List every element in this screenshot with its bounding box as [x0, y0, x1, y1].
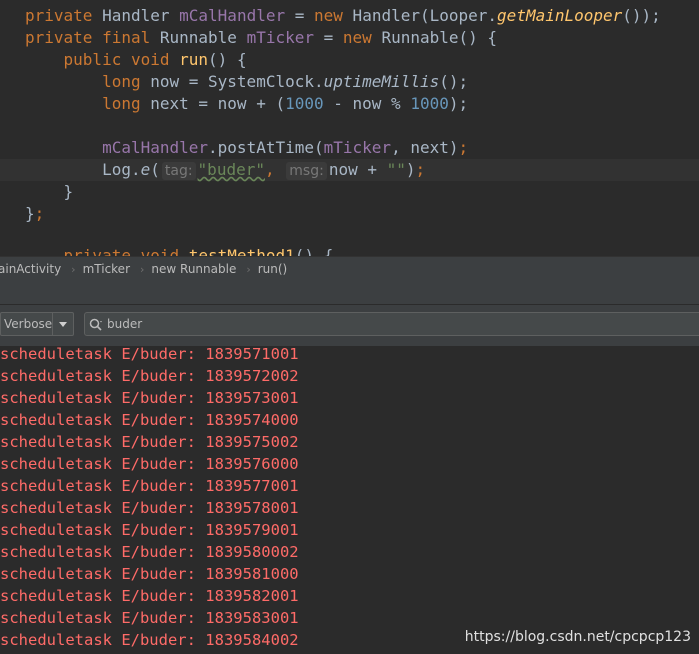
log-line[interactable]: scheduletask E/buder: 1839572002 [0, 365, 299, 387]
search-icon[interactable] [89, 318, 103, 332]
log-line[interactable]: scheduletask E/buder: 1839579001 [0, 519, 299, 541]
breadcrumb-separator: › [246, 262, 251, 276]
code-line-4: long now = SystemClock.uptimeMillis(); [102, 72, 469, 91]
log-line[interactable]: scheduletask E/buder: 1839584002 [0, 629, 299, 651]
code-line-7: Log.e(tag: "buder", msg: now + ""); [102, 160, 426, 180]
code-line-3: public void run() { [63, 50, 247, 69]
log-line[interactable]: scheduletask E/buder: 1839580002 [0, 541, 299, 563]
dropdown-arrow-icon[interactable] [52, 313, 73, 335]
log-line[interactable]: scheduletask E/buder: 1839574000 [0, 409, 299, 431]
logcat-search-box[interactable] [84, 312, 699, 336]
logcat-output[interactable]: scheduletask E/buder: 1839571001 schedule… [0, 346, 699, 654]
log-line[interactable]: scheduletask E/buder: 1839571001 [0, 346, 299, 365]
log-line[interactable]: scheduletask E/buder: 1839578001 [0, 497, 299, 519]
breadcrumb-separator: › [140, 262, 145, 276]
code-line-9: }; [25, 204, 45, 223]
breadcrumb-separator: › [71, 262, 76, 276]
code-line-2: private final Runnable mTicker = new Run… [25, 28, 498, 47]
watermark: https://blog.csdn.net/cpcpcp123 [464, 629, 691, 645]
breadcrumb-item-ticker[interactable]: mTicker [83, 262, 136, 276]
param-hint-msg: msg: [286, 162, 327, 180]
code-editor[interactable]: private Handler mCalHandler = new Handle… [0, 0, 699, 256]
logcat-toolbar: Verbose [0, 305, 699, 347]
code-line-10: private void testMethod1() { [63, 246, 334, 256]
log-line[interactable]: scheduletask E/buder: 1839576000 [0, 453, 299, 475]
code-line-6: mCalHandler.postAtTime(mTicker, next); [102, 138, 469, 157]
breadcrumb: ainActivity › mTicker › new Runnable › r… [0, 256, 699, 282]
breadcrumb-item-activity[interactable]: ainActivity [0, 262, 67, 276]
log-line[interactable]: scheduletask E/buder: 1839575002 [0, 431, 299, 453]
search-input[interactable] [107, 315, 607, 333]
log-level-select[interactable]: Verbose [0, 312, 74, 336]
code-line-1: private Handler mCalHandler = new Handle… [25, 6, 661, 25]
log-level-label: Verbose [4, 317, 53, 331]
log-line[interactable]: scheduletask E/buder: 1839583001 [0, 607, 299, 629]
code-line-5: long next = now + (1000 - now % 1000); [102, 94, 469, 113]
log-line[interactable]: scheduletask E/buder: 1839577001 [0, 475, 299, 497]
breadcrumb-item-run[interactable]: run() [258, 262, 294, 276]
log-line[interactable]: scheduletask E/buder: 1839581000 [0, 563, 299, 585]
log-line[interactable]: scheduletask E/buder: 1839582001 [0, 585, 299, 607]
param-hint-tag: tag: [161, 162, 196, 180]
log-line[interactable]: scheduletask E/buder: 1839573001 [0, 387, 299, 409]
panel-header [0, 281, 699, 304]
code-line-8: } [63, 182, 74, 201]
breadcrumb-item-runnable[interactable]: new Runnable [151, 262, 242, 276]
